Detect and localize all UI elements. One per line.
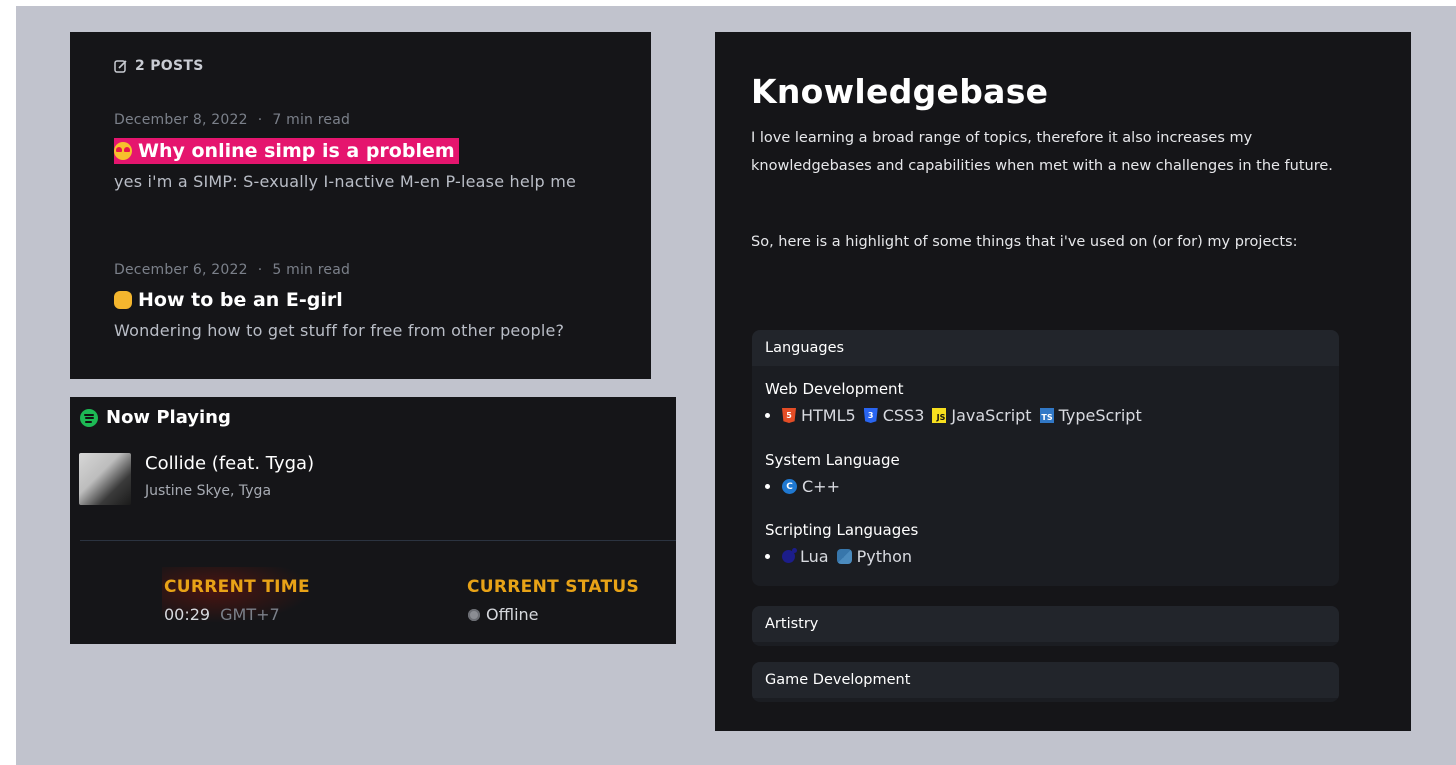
post-date: December 8, 2022 xyxy=(114,112,248,128)
language-label: CSS3 xyxy=(882,406,925,425)
post-title-link[interactable]: How to be an E-girl xyxy=(114,288,347,312)
spotify-icon xyxy=(80,408,98,427)
current-time-label: CURRENT TIME xyxy=(164,577,310,597)
divider xyxy=(80,540,676,541)
language-label: JavaScript xyxy=(951,406,1032,425)
current-status-value: Offline xyxy=(468,605,539,624)
bullet xyxy=(765,413,770,418)
python-icon xyxy=(836,549,852,564)
game-development-section: Game Development xyxy=(752,662,1339,702)
game-development-header[interactable]: Game Development xyxy=(752,662,1339,698)
bullet xyxy=(765,554,770,559)
language-label: C++ xyxy=(802,477,840,496)
language-label: TypeScript xyxy=(1058,406,1142,425)
knowledgebase-intro: I love learning a broad range of topics,… xyxy=(751,130,1333,174)
current-status-label: CURRENT STATUS xyxy=(467,577,640,597)
group-items: C C++ xyxy=(765,477,900,496)
post-read-time: 7 min read xyxy=(272,112,351,128)
meta-separator: · xyxy=(257,112,263,128)
knowledgebase-title: Knowledgebase xyxy=(751,72,1049,111)
system-language-group: System Language C C++ xyxy=(765,451,900,496)
group-title: System Language xyxy=(765,451,900,469)
post-description: yes i'm a SIMP: S-exually I-nactive M-en… xyxy=(114,172,577,191)
group-items: 5 HTML5 3 CSS3 JS JavaScript TS TypeScri… xyxy=(765,406,1142,425)
language-label: Lua xyxy=(800,547,829,566)
track-artist: Justine Skye, Tyga xyxy=(145,483,272,499)
heart-eyes-emoji-icon xyxy=(114,142,132,160)
knowledgebase-panel: Knowledgebase I love learning a broad ra… xyxy=(715,32,1411,731)
current-time: 00:29 xyxy=(164,605,211,624)
posts-panel: 2 POSTS December 8, 2022 · 7 min read Wh… xyxy=(70,32,651,379)
edit-icon xyxy=(114,60,127,73)
post-title: How to be an E-girl xyxy=(138,289,343,311)
post-item[interactable]: December 6, 2022 · 5 min read How to be … xyxy=(114,262,634,340)
language-item: TS TypeScript xyxy=(1039,406,1142,425)
status-text: Offline xyxy=(486,605,539,624)
post-description: Wondering how to get stuff for free from… xyxy=(114,321,565,340)
group-items: Lua Python xyxy=(765,547,918,566)
post-title: Why online simp is a problem xyxy=(138,140,455,162)
language-item: C C++ xyxy=(782,477,840,496)
posts-count-label: 2 POSTS xyxy=(135,58,204,74)
language-item: 3 CSS3 xyxy=(863,406,925,425)
html5-icon: 5 xyxy=(782,408,796,423)
post-meta: December 8, 2022 · 7 min read xyxy=(114,112,634,132)
track-title[interactable]: Collide (feat. Tyga) xyxy=(145,453,314,474)
language-item: Python xyxy=(836,547,913,566)
lua-icon xyxy=(782,548,797,563)
girl-emoji-icon xyxy=(114,291,132,309)
meta-separator: · xyxy=(257,262,263,278)
language-item: Lua xyxy=(782,547,829,566)
javascript-icon: JS xyxy=(932,408,947,423)
post-item[interactable]: December 8, 2022 · 7 min read Why online… xyxy=(114,112,634,191)
post-title-link[interactable]: Why online simp is a problem xyxy=(114,138,459,164)
cpp-icon: C xyxy=(782,479,797,494)
timezone: GMT+7 xyxy=(220,605,280,624)
post-meta: December 6, 2022 · 5 min read xyxy=(114,262,634,282)
languages-header[interactable]: Languages xyxy=(752,330,1339,366)
language-label: HTML5 xyxy=(801,406,856,425)
now-playing-title: Now Playing xyxy=(106,407,231,428)
web-development-group: Web Development 5 HTML5 3 CSS3 JS JavaSc… xyxy=(765,380,1142,425)
now-playing-header: Now Playing xyxy=(80,407,231,428)
group-title: Web Development xyxy=(765,380,904,398)
post-read-time: 5 min read xyxy=(272,262,351,278)
typescript-icon: TS xyxy=(1039,408,1054,423)
now-playing-panel: Now Playing Collide (feat. Tyga) Justine… xyxy=(70,397,676,644)
group-title: Scripting Languages xyxy=(765,521,919,539)
artistry-section: Artistry xyxy=(752,606,1339,646)
scripting-languages-group: Scripting Languages Lua Python xyxy=(765,521,918,566)
posts-count: 2 POSTS xyxy=(114,58,204,74)
post-date: December 6, 2022 xyxy=(114,262,248,278)
css3-icon: 3 xyxy=(863,408,878,423)
language-label: Python xyxy=(856,547,913,566)
bullet xyxy=(765,484,770,489)
knowledgebase-highlight-text: So, here is a highlight of some things t… xyxy=(751,234,1298,250)
language-item: 5 HTML5 xyxy=(782,406,856,425)
current-time-value: 00:29 GMT+7 xyxy=(164,605,280,624)
status-dot-icon xyxy=(468,608,480,621)
artistry-header[interactable]: Artistry xyxy=(752,606,1339,642)
languages-section: Languages Web Development 5 HTML5 3 CSS3… xyxy=(752,330,1339,586)
language-item: JS JavaScript xyxy=(932,406,1032,425)
album-cover[interactable] xyxy=(79,453,131,505)
